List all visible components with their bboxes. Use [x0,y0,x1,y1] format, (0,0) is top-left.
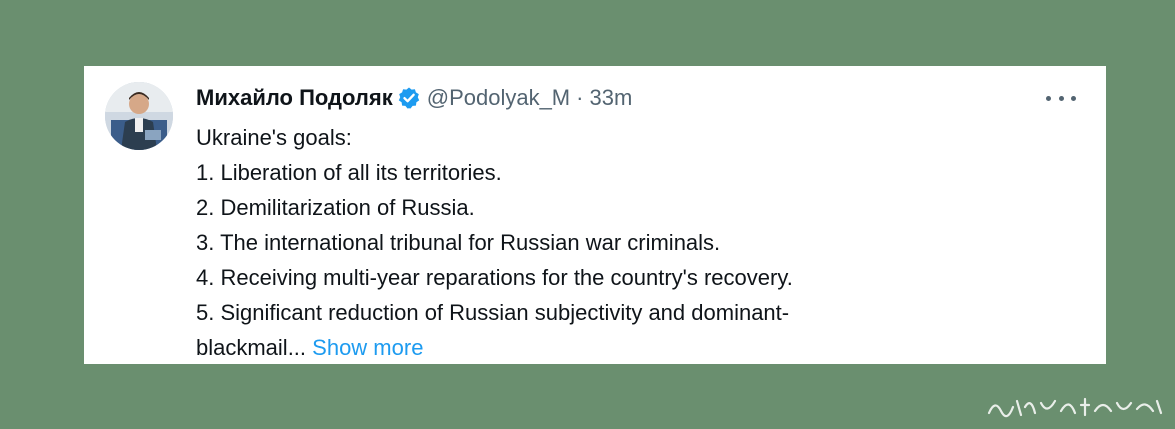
tweet-text-line: Ukraine's goals: [196,125,352,150]
author-handle[interactable]: @Podolyak_M [427,85,570,111]
tweet-header: Михайло Подоляк @Podolyak_M · 33m [196,84,632,112]
tweet-text: Ukraine's goals: 1. Liberation of all it… [196,120,1076,365]
tweet-text-last-line: blackmail... Show more [196,330,1076,365]
header-separator: · [576,85,584,110]
show-more-link[interactable]: Show more [312,335,423,360]
tweet-text-line: 3. The international tribunal for Russia… [196,230,721,255]
tweet-text-line: blackmail... [196,335,313,360]
tweet-card[interactable]: Михайло Подоляк @Podolyak_M · 33m Ukrain… [84,66,1106,364]
tweet-timestamp[interactable]: 33m [589,85,632,111]
tweet-text-line: 5. Significant reduction of Russian subj… [196,300,790,325]
tweet-text-line: 2. Demilitarization of Russia. [196,195,475,220]
watermark-signature [987,397,1163,418]
author-avatar[interactable] [105,82,173,150]
author-name[interactable]: Михайло Подоляк [196,85,393,111]
more-options-icon[interactable] [1046,88,1076,108]
tweet-text-line: 4. Receiving multi-year reparations for … [196,265,793,290]
verified-badge-icon [397,86,421,110]
tweet-text-line: 1. Liberation of all its territories. [196,160,502,185]
